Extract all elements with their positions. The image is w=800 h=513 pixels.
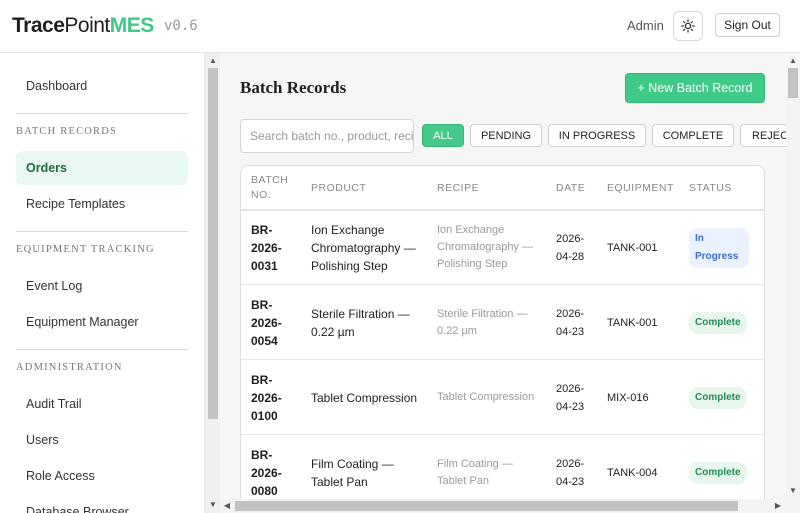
search-input[interactable]: Search batch no., product, recipe: [240, 119, 414, 153]
batch-number[interactable]: BR-2026-0080: [251, 435, 293, 499]
filter-all[interactable]: ALL: [422, 124, 464, 147]
table-row[interactable]: BR-2026-0080 Film Coating — Tablet Pan F…: [241, 435, 764, 499]
status-badge: Complete: [689, 311, 747, 334]
page-title: Batch Records: [240, 78, 347, 97]
scroll-right-arrow-icon[interactable]: ▶: [773, 502, 783, 510]
recipe-name: Ion Exchange Chromatography — Polishing …: [437, 224, 533, 270]
batch-date: 2026-04-23: [556, 382, 585, 413]
batch-date: 2026-04-23: [556, 307, 585, 338]
sidebar-item-role-access[interactable]: Role Access: [16, 459, 188, 493]
column-header-status[interactable]: STATUS: [689, 166, 759, 210]
column-header-date[interactable]: DATE: [556, 166, 601, 210]
status-badge: In Progress: [689, 227, 749, 268]
batch-date: 2026-04-28: [556, 232, 585, 263]
product-name: Film Coating — Tablet Pan: [311, 456, 394, 489]
scroll-up-arrow-icon[interactable]: ▲: [786, 57, 800, 65]
product-name: Sterile Filtration — 0.22 µm: [311, 306, 410, 339]
column-header-recipe[interactable]: RECIPE: [437, 166, 537, 210]
sidebar-divider: [16, 349, 188, 350]
column-header-product[interactable]: PRODUCT: [311, 166, 421, 210]
brand-mes: MES: [109, 14, 155, 37]
status-badge: Complete: [689, 386, 747, 409]
sidebar-item-database-browser[interactable]: Database Browser: [16, 495, 188, 513]
status-badge: Complete: [689, 461, 747, 484]
recipe-name: Tablet Compression: [437, 391, 535, 403]
scroll-down-arrow-icon[interactable]: ▼: [786, 487, 800, 495]
sidebar-section-administration: ADMINISTRATION: [16, 362, 123, 373]
equipment-id: TANK-001: [607, 241, 658, 254]
brand-logo[interactable]: TracePointMES: [12, 14, 154, 38]
batch-number[interactable]: BR-2026-0100: [251, 360, 293, 435]
column-header-batch-no[interactable]: BATCH NO.: [251, 166, 301, 210]
app-header: TracePointMES v0.6 Admin Sign Out: [0, 0, 800, 53]
current-user: Admin: [627, 18, 664, 33]
sidebar-scrollbar[interactable]: ▲ ▼: [204, 53, 220, 513]
sidebar-scroll-thumb[interactable]: [208, 68, 218, 419]
sidebar-item-event-log[interactable]: Event Log: [16, 269, 188, 303]
equipment-id: MIX-016: [607, 391, 649, 404]
main-content: Batch Records + New Batch Record Search …: [220, 53, 786, 499]
filter-rejected[interactable]: REJECTED: [740, 124, 786, 147]
sidebar-item-audit-trail[interactable]: Audit Trail: [16, 387, 188, 421]
version-label: v0.6: [164, 18, 198, 34]
sidebar-divider: [16, 231, 188, 232]
scroll-left-arrow-icon[interactable]: ◀: [222, 502, 232, 510]
theme-toggle-button[interactable]: [673, 11, 703, 41]
sidebar-item-recipe-templates[interactable]: Recipe Templates: [16, 187, 188, 221]
equipment-id: TANK-004: [607, 466, 658, 479]
brand-point: Point: [64, 14, 110, 37]
brand-trace: Trace: [12, 14, 65, 37]
product-name: Ion Exchange Chromatography — Polishing …: [311, 222, 416, 273]
scrollbar-corner: [786, 499, 800, 513]
equipment-id: TANK-001: [607, 316, 658, 329]
sidebar-item-orders[interactable]: Orders: [16, 151, 188, 185]
product-name: Tablet Compression: [311, 390, 418, 405]
column-header-equipment[interactable]: EQUIPMENT: [607, 166, 682, 210]
recipe-name: Sterile Filtration — 0.22 µm: [437, 307, 528, 337]
filter-in-progress[interactable]: IN PROGRESS: [548, 124, 646, 147]
sidebar: Dashboard BATCH RECORDS Orders Recipe Te…: [0, 53, 204, 513]
sign-out-button[interactable]: Sign Out: [715, 13, 780, 37]
recipe-name: Film Coating — Tablet Pan: [437, 457, 513, 487]
sidebar-item-equipment-manager[interactable]: Equipment Manager: [16, 305, 188, 339]
table-row[interactable]: BR-2026-0100 Tablet Compression Tablet C…: [241, 360, 764, 435]
sidebar-section-batch-records: BATCH RECORDS: [16, 126, 118, 137]
table-row[interactable]: BR-2026-0054 Sterile Filtration — 0.22 µ…: [241, 285, 764, 360]
filter-complete[interactable]: COMPLETE: [652, 124, 734, 147]
main-horizontal-scroll-thumb[interactable]: [235, 501, 738, 511]
scroll-up-arrow-icon[interactable]: ▲: [205, 57, 221, 65]
scroll-down-arrow-icon[interactable]: ▼: [205, 501, 221, 509]
batch-date: 2026-04-23: [556, 457, 585, 488]
new-batch-record-button[interactable]: + New Batch Record: [625, 73, 765, 103]
sidebar-item-users[interactable]: Users: [16, 423, 188, 457]
sidebar-section-equipment-tracking: EQUIPMENT TRACKING: [16, 244, 155, 255]
main-vertical-scroll-thumb[interactable]: [788, 68, 798, 98]
sun-icon: [681, 19, 695, 33]
batch-records-table: BATCH NO. PRODUCT RECIPE DATE EQUIPMENT …: [240, 165, 765, 499]
table-row[interactable]: BR-2026-0031 Ion Exchange Chromatography…: [241, 210, 764, 285]
main-vertical-scrollbar[interactable]: ▲ ▼: [786, 53, 800, 499]
filter-pending[interactable]: PENDING: [470, 124, 542, 147]
sidebar-divider: [16, 113, 188, 114]
batch-number[interactable]: BR-2026-0031: [251, 210, 293, 285]
main-horizontal-scrollbar[interactable]: ◀ ▶: [220, 499, 786, 513]
sidebar-item-dashboard[interactable]: Dashboard: [16, 69, 188, 103]
batch-number[interactable]: BR-2026-0054: [251, 285, 293, 360]
